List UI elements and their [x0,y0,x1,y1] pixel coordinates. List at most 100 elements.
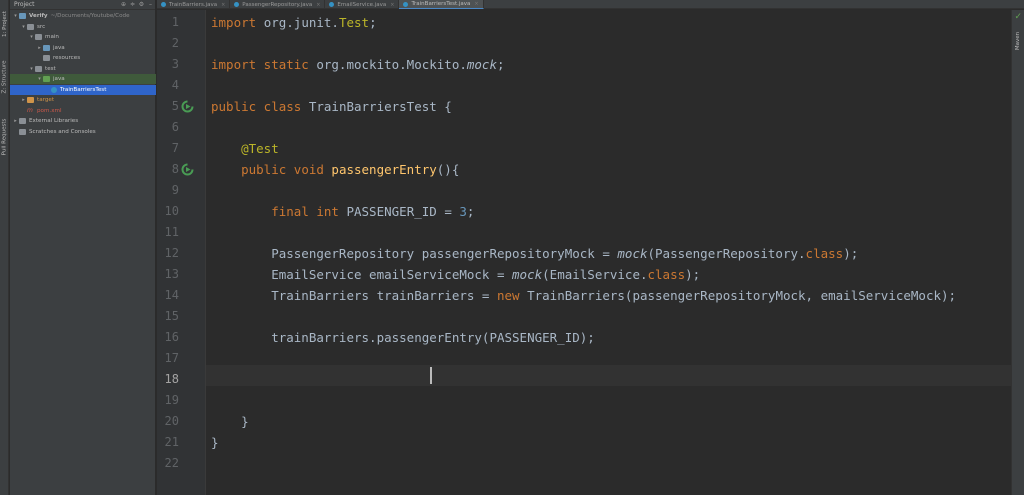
tree-item[interactable]: ▾ src [10,22,156,32]
maven-tool-tab-label: Maven [1015,31,1022,51]
folder-icon [19,118,26,124]
tree-item-label: main [45,34,59,40]
line-number: 1 [171,15,179,29]
line-number: 7 [171,141,179,155]
folder-icon [27,23,34,30]
tree-item-label: Scratches and Consoles [29,128,96,135]
expand-arrow-icon[interactable]: ▾ [20,24,27,30]
folder-icon [43,44,50,51]
folder-icon [27,97,34,103]
expand-arrow-icon[interactable]: ▾ [12,13,19,19]
code-line: public class TrainBarriersTest { [211,99,452,114]
maven-tool-tab[interactable]: Maven [1014,28,1023,54]
text-caret [430,367,432,384]
code-line: } [211,414,249,429]
java-class-icon [234,2,240,7]
tree-item-label: Verify [29,13,48,19]
close-tab-icon[interactable]: × [221,2,225,8]
java-class-icon [403,1,409,7]
tree-item-label: External Libraries [29,118,79,124]
project-view-dropdown[interactable]: Project [14,1,119,8]
expand-arrow-icon[interactable]: ▸ [36,45,43,51]
line-number: 17 [164,351,179,365]
editor-tab-label: PassengerRepository.java [242,1,313,8]
editor-tab[interactable]: PassengerRepository.java × [230,0,326,9]
code-line: public void passengerEntry(){ [241,162,460,177]
tree-item[interactable]: Scratches and Consoles [10,127,156,137]
expand-arrow-icon[interactable]: ▾ [36,76,43,82]
tree-item-label: test [45,65,56,72]
minimize-icon[interactable]: – [146,1,155,8]
tree-item[interactable]: ▸ java [10,43,156,53]
tree-item[interactable]: m pom.xml [10,106,156,116]
line-number-gutter: 1 2 3 4 5 6 7 8 9 10 11 12 13 14 15 16 17 18 19 20 21 22 [157,10,206,495]
tree-item[interactable]: TrainBarriersTest [10,84,156,95]
tree-item[interactable]: ▾ main [10,32,156,42]
tree-item[interactable]: ▾ java [10,74,156,84]
close-tab-icon[interactable]: × [316,2,320,8]
close-tab-icon[interactable]: × [390,2,394,8]
code-line: TrainBarriers trainBarriers = new TrainB… [211,288,957,303]
tree-item[interactable]: ▾ test [10,64,156,74]
folder-icon [35,65,42,72]
line-number: 22 [164,456,179,470]
line-number: 10 [164,204,179,218]
expand-arrow-icon[interactable]: ▾ [28,34,35,40]
line-number: 16 [164,330,179,344]
tree-item-path: ~/Documents/Youtube/Code [50,13,130,19]
code-line: @Test [241,141,279,156]
java-class-icon [51,86,57,93]
inspection-ok-icon[interactable]: ✓ [1014,12,1022,22]
line-number: 11 [164,225,179,239]
close-tab-icon[interactable]: × [474,1,478,7]
gear-icon[interactable]: ⚙ [137,1,146,8]
globe-icon[interactable]: ⊕ [119,1,128,8]
current-line-highlight [206,365,1011,386]
line-number: 12 [164,246,179,260]
tool-window-tab[interactable]: Z: Structure [0,50,9,104]
code-line: final int PASSENGER_ID = 3; [271,204,475,219]
right-tool-stripe: ✓ Maven [1011,10,1024,495]
run-test-icon[interactable] [181,100,194,113]
editor-tab-label: TrainBarriersTest.java [411,1,471,7]
editor-tab-label: TrainBarriers.java [169,1,218,8]
expand-arrow-icon[interactable]: ▾ [28,66,35,72]
code-line: trainBarriers.passengerEntry(PASSENGER_I… [211,330,595,345]
code-line: PassengerRepository passengerRepositoryM… [211,246,859,261]
line-number: 14 [164,288,179,302]
tool-window-tab[interactable]: Pull Requests [0,112,9,162]
tree-item[interactable]: ▸ External Libraries [10,116,156,126]
code-line: import static org.mockito.Mockito.mock; [211,57,505,72]
line-number: 15 [164,309,179,323]
folder-icon [19,13,26,19]
folder-icon [35,34,42,40]
tool-window-tab-label: Z: Structure [1,60,8,94]
code-line: EmailService emailServiceMock = mock(Ema… [211,267,701,282]
editor-tab[interactable]: EmailService.java × [325,0,400,9]
run-test-icon[interactable] [181,163,194,176]
project-panel-header: Project ⊕ ≑ ⚙ – [10,0,155,10]
tree-item-label: resources [53,55,81,61]
tree-item[interactable]: ▸ target [10,95,156,105]
expand-arrow-icon[interactable]: ▸ [20,97,27,103]
collapse-icon[interactable]: ≑ [128,1,137,8]
line-number: 8 [171,162,179,176]
line-number: 9 [171,183,179,197]
java-class-icon [161,2,166,7]
tree-item-label: TrainBarriersTest [60,86,107,93]
line-number: 21 [164,435,179,449]
tree-item[interactable]: resources [10,53,156,63]
code-line: import org.junit.Test; [211,15,377,30]
code-editor[interactable]: 1 2 3 4 5 6 7 8 9 10 11 12 13 14 15 16 17 18 19 20 21 22 impo… [157,10,1011,495]
project-panel: Project ⊕ ≑ ⚙ – ▾ Verify ~/Documents/Yout… [10,0,156,495]
java-class-icon [329,2,335,7]
tree-item[interactable]: ▾ Verify ~/Documents/Youtube/Code [10,11,156,21]
line-number: 6 [171,120,179,134]
tool-window-tab[interactable]: 1: Project [0,4,9,44]
editor-tab[interactable]: TrainBarriersTest.java × [399,0,484,9]
line-number: 20 [164,414,179,428]
expand-arrow-icon[interactable]: ▸ [12,118,19,124]
tree-item-label: pom.xml [37,107,62,114]
editor-tab[interactable]: TrainBarriers.java × [157,0,231,9]
folder-icon [19,128,26,135]
